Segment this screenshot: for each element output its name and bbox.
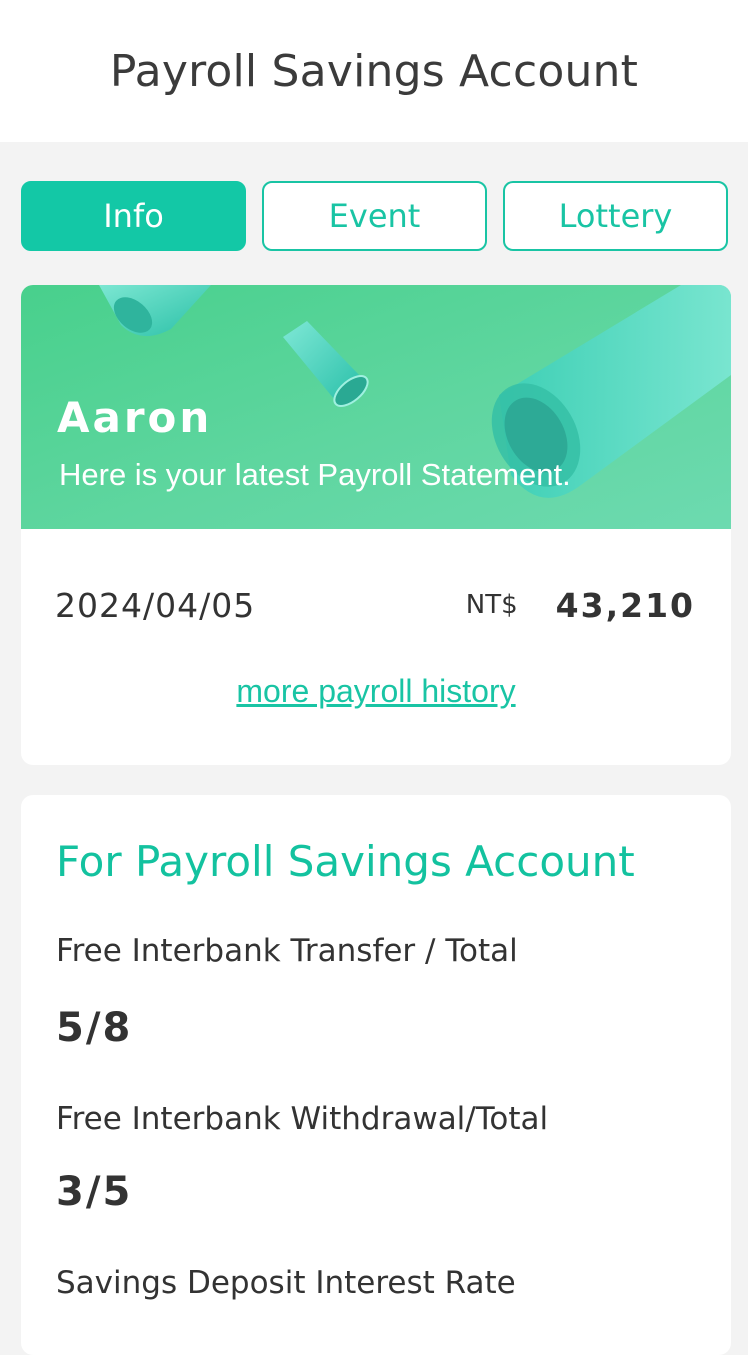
more-payroll-history-link[interactable]: more payroll history <box>21 673 731 710</box>
app-header: Payroll Savings Account <box>0 0 748 142</box>
page-title: Payroll Savings Account <box>109 45 639 97</box>
tab-bar: Info Event Lottery <box>21 181 728 251</box>
free-transfer-value: 5/8 <box>56 1005 133 1051</box>
latest-payroll-row: 2024/04/05 NT$ 43,210 <box>55 585 695 625</box>
benefits-title: For Payroll Savings Account <box>56 837 635 886</box>
tab-lottery[interactable]: Lottery <box>503 181 728 251</box>
payroll-amount: 43,210 <box>555 585 695 625</box>
interest-rate-label: Savings Deposit Interest Rate <box>56 1265 516 1301</box>
payroll-statement-card: Aaron Here is your latest Payroll Statem… <box>21 285 731 765</box>
payroll-date: 2024/04/05 <box>55 585 256 625</box>
tab-info[interactable]: Info <box>21 181 246 251</box>
free-withdrawal-value: 3/5 <box>56 1169 133 1215</box>
statement-subtitle: Here is your latest Payroll Statement. <box>59 457 571 492</box>
statement-banner: Aaron Here is your latest Payroll Statem… <box>21 285 731 529</box>
free-transfer-label: Free Interbank Transfer / Total <box>56 933 518 969</box>
account-benefits-card: For Payroll Savings Account Free Interba… <box>21 795 731 1355</box>
free-withdrawal-label: Free Interbank Withdrawal/Total <box>56 1101 549 1137</box>
currency-label: NT$ <box>465 590 518 620</box>
tab-event[interactable]: Event <box>262 181 487 251</box>
customer-name: Aaron <box>57 393 213 442</box>
